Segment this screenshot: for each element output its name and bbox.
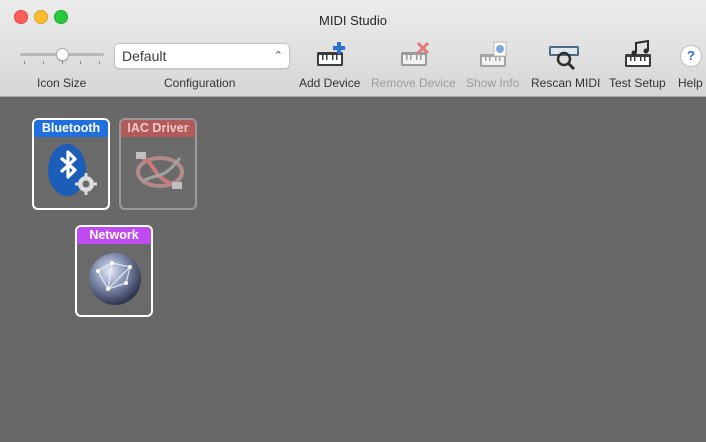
device-label-bluetooth: Bluetooth (34, 120, 108, 137)
show-info-icon[interactable] (478, 40, 510, 70)
configuration-label: Configuration (164, 76, 236, 90)
toolbar: MIDI Studio Icon Size Default ⌃ Configur… (0, 0, 706, 97)
configuration-value: Default (122, 48, 167, 64)
test-setup-icon[interactable] (623, 40, 655, 70)
configuration-select[interactable]: Default ⌃ (114, 43, 290, 69)
remove-device-icon[interactable] (399, 40, 431, 70)
iac-driver-icon (136, 152, 184, 189)
up-down-chevron-icon: ⌃ (273, 50, 283, 62)
test-setup-label[interactable]: Test Setup (609, 76, 666, 90)
window-title: MIDI Studio (319, 13, 387, 28)
remove-device-label[interactable]: Remove Device (371, 76, 456, 90)
add-device-label[interactable]: Add Device (299, 76, 360, 90)
device-label-iac-driver: IAC Driver (121, 120, 195, 137)
device-label-network: Network (77, 227, 151, 244)
add-device-icon[interactable] (315, 40, 347, 70)
show-info-label[interactable]: Show Info (466, 76, 519, 90)
slider-ticks (24, 61, 100, 64)
network-globe-icon (89, 253, 141, 305)
midi-studio-window: MIDI Studio Icon Size Default ⌃ Configur… (0, 0, 706, 442)
help-button[interactable]: ? (680, 45, 702, 67)
device-iac-driver[interactable]: IAC Driver (119, 118, 197, 210)
rescan-midi-icon[interactable] (548, 40, 580, 70)
device-bluetooth[interactable]: Bluetooth (32, 118, 110, 210)
rescan-midi-label[interactable]: Rescan MIDI (531, 76, 600, 90)
help-label[interactable]: Help (678, 76, 703, 90)
device-network[interactable]: Network (75, 225, 153, 317)
icon-size-label: Icon Size (37, 76, 87, 90)
slider-thumb[interactable] (56, 48, 69, 61)
icon-size-slider[interactable] (16, 44, 108, 64)
bluetooth-icon (48, 144, 97, 196)
